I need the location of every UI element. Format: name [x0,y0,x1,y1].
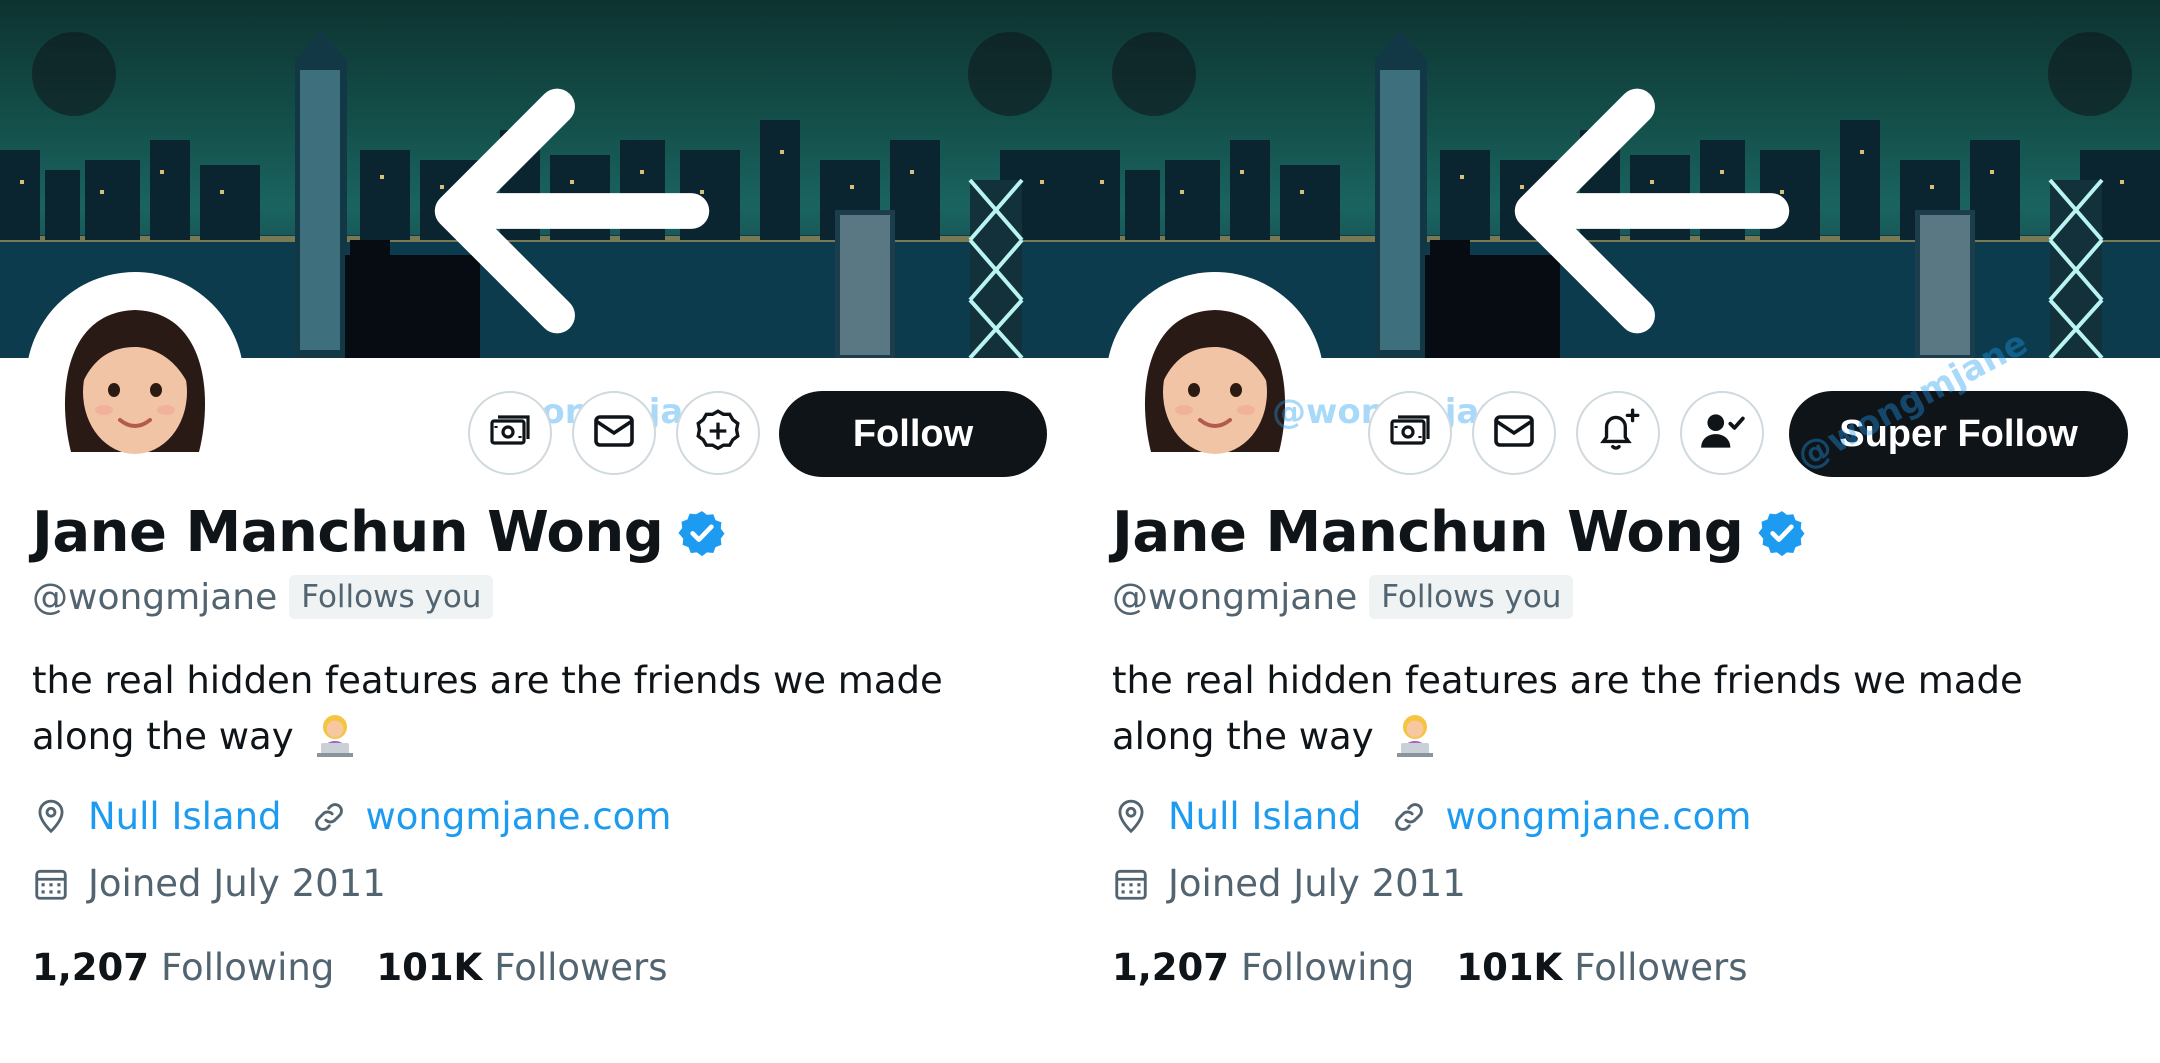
profile-meta-row: Null Island wongmjane.com [1112,795,1751,838]
followers-link[interactable]: 101K Followers [376,946,667,989]
followers-link[interactable]: 101K Followers [1456,946,1747,989]
joined-date: Joined July 2011 [88,862,386,905]
more-options-button[interactable] [2048,32,2132,116]
followers-count: 101K [376,946,483,989]
envelope-icon [1490,407,1538,460]
verified-badge-icon [1757,508,1807,558]
back-button[interactable] [1112,32,1790,334]
location-pin-icon [1112,798,1150,836]
location-link[interactable]: Null Island [1168,795,1362,838]
followers-label: Followers [494,946,668,989]
handle-row: @wongmjane Follows you [1112,575,1574,619]
following-label: Following [161,946,335,989]
joined-row: Joined July 2011 [1112,862,1466,905]
woman-technologist-emoji-icon [1391,711,1439,775]
joined-date: Joined July 2011 [1168,862,1466,905]
tip-button[interactable] [468,391,552,475]
display-name: Jane Manchun Wong [1112,500,1744,565]
bio: the real hidden features are the friends… [32,653,1032,775]
link-icon [1390,798,1428,836]
handle-row: @wongmjane Follows you [32,575,494,619]
handle: @wongmjane [32,576,278,618]
website-link[interactable]: wongmjane.com [1446,795,1752,838]
super-follow-button[interactable]: Super Follow [1789,391,2128,477]
more-options-button[interactable] [968,32,1052,116]
display-name-row: Jane Manchun Wong [1112,500,1807,565]
following-label: Following [1241,946,1415,989]
followers-count: 101K [1456,946,1563,989]
joined-row: Joined July 2011 [32,862,386,905]
calendar-icon [32,865,70,903]
website-link[interactable]: wongmjane.com [366,795,672,838]
back-button[interactable] [32,32,710,334]
following-link[interactable]: 1,207 Following [1112,946,1414,989]
display-name: Jane Manchun Wong [32,500,664,565]
money-icon [486,407,534,460]
memoji-avatar-image [1144,310,1286,454]
avatar[interactable] [1106,272,1324,490]
following-link[interactable]: 1,207 Following [32,946,334,989]
calendar-icon [1112,865,1150,903]
follows-you-badge: Follows you [1369,575,1574,619]
followers-label: Followers [1574,946,1748,989]
location-link[interactable]: Null Island [88,795,282,838]
subscribed-button[interactable] [1680,391,1764,475]
profile-panel-super-follow: @wongmjane Super Follow @wongmjane Jane … [1080,0,2160,1063]
add-button[interactable] [676,391,760,475]
tip-button[interactable] [1368,391,1452,475]
circle-plus-icon [693,406,743,461]
location-pin-icon [32,798,70,836]
following-count: 1,207 [1112,946,1230,989]
bio: the real hidden features are the friends… [1112,653,2112,775]
avatar[interactable] [26,272,244,490]
memoji-avatar-image [64,310,206,454]
bio-text: the real hidden features are the friends… [32,659,943,758]
profile-panel-follow: @wongmjane Follow Jane Manchun Wong @won… [0,0,1080,1063]
bell-plus-icon [1593,406,1643,461]
handle: @wongmjane [1112,576,1358,618]
following-count: 1,207 [32,946,150,989]
message-button[interactable] [572,391,656,475]
verified-badge-icon [677,508,727,558]
woman-technologist-emoji-icon [311,711,359,775]
bio-text: the real hidden features are the friends… [1112,659,2023,758]
notifications-button[interactable] [1576,391,1660,475]
money-icon [1386,407,1434,460]
stats-row: 1,207 Following 101K Followers [1112,946,1748,989]
user-check-icon [1697,406,1747,461]
follows-you-badge: Follows you [289,575,494,619]
link-icon [310,798,348,836]
follow-button[interactable]: Follow [779,391,1047,477]
message-button[interactable] [1472,391,1556,475]
display-name-row: Jane Manchun Wong [32,500,727,565]
profile-meta-row: Null Island wongmjane.com [32,795,671,838]
envelope-icon [590,407,638,460]
stats-row: 1,207 Following 101K Followers [32,946,668,989]
